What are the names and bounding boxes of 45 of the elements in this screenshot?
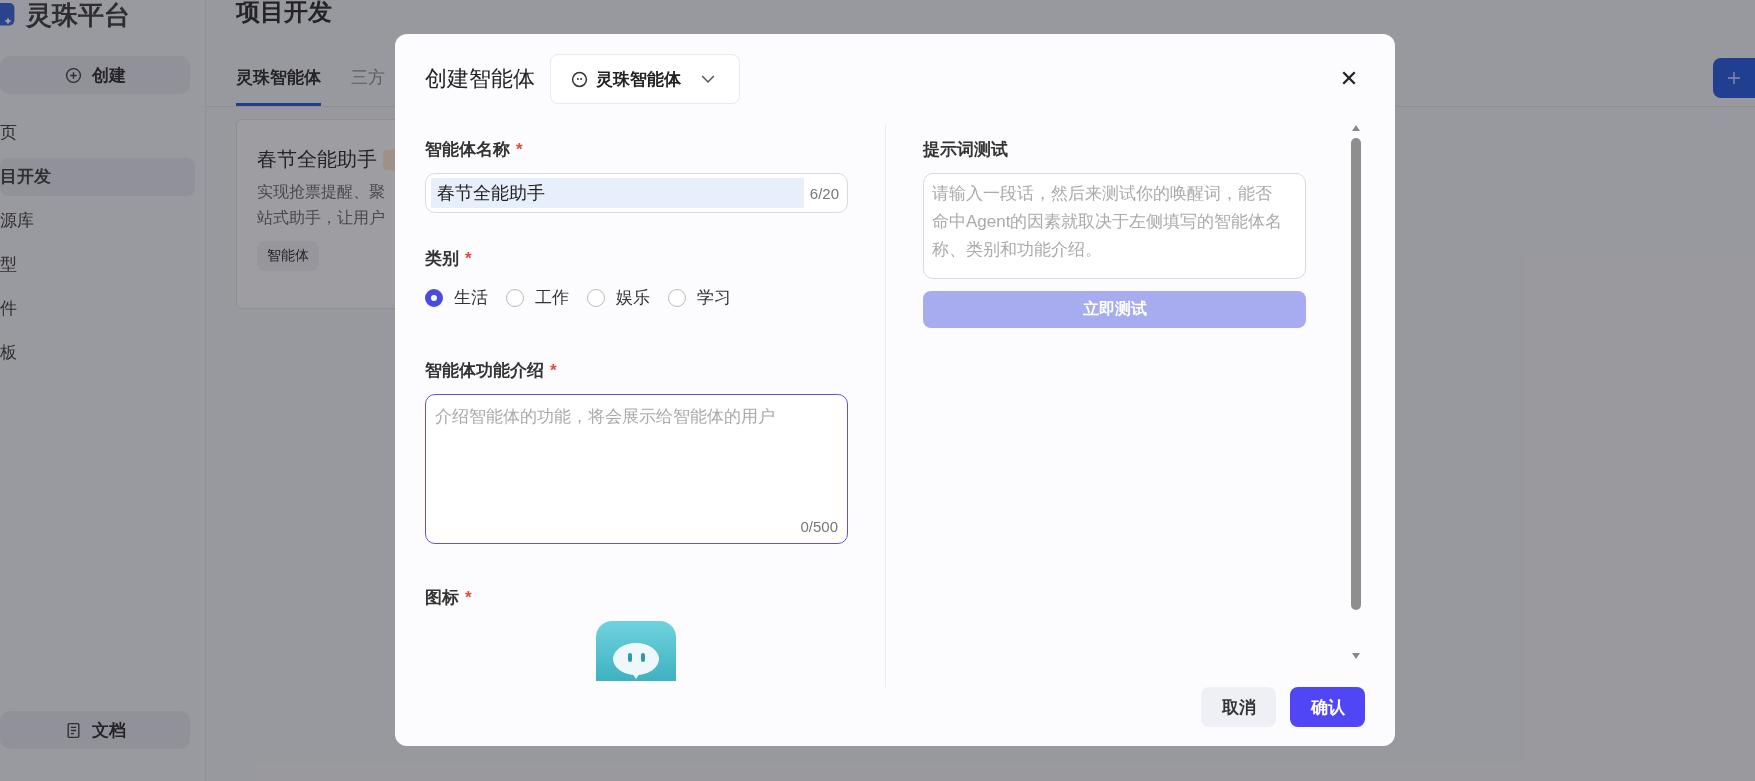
radio-option[interactable]: 娱乐: [587, 286, 650, 309]
required-mark: *: [465, 249, 472, 268]
nav-item[interactable]: 源库: [0, 202, 195, 240]
add-button[interactable]: [1713, 58, 1755, 98]
close-icon: [1341, 69, 1357, 86]
page-title: 项目开发: [236, 0, 333, 24]
tab[interactable]: 灵珠智能体: [236, 58, 321, 106]
docs-button[interactable]: 文档: [0, 711, 190, 749]
logo-text: 灵珠平台: [26, 0, 130, 32]
scroll-down-icon[interactable]: [1351, 652, 1361, 660]
required-mark: *: [516, 140, 523, 159]
radio-option[interactable]: 生活: [425, 286, 488, 309]
create-button[interactable]: 创建: [0, 56, 190, 94]
cancel-button[interactable]: 取消: [1201, 687, 1276, 727]
field-label: 类别: [425, 249, 459, 268]
field-label: 智能体名称: [425, 140, 510, 159]
plus-circle-icon: [64, 66, 82, 84]
nav-item[interactable]: 板: [0, 334, 195, 372]
card-tag: 智能体: [257, 241, 319, 271]
caret-icon: [701, 74, 715, 84]
document-icon: [64, 721, 82, 739]
required-mark: *: [550, 361, 557, 380]
radio-option[interactable]: 学习: [668, 286, 731, 309]
type-dropdown[interactable]: 灵珠智能体: [550, 54, 740, 104]
nav-item[interactable]: 件: [0, 290, 195, 328]
nav-item[interactable]: 型: [0, 246, 195, 284]
card-title: 春节全能助手: [257, 147, 377, 172]
scroll-up-icon[interactable]: [1351, 124, 1361, 132]
nav-item[interactable]: 目开发: [0, 158, 195, 196]
field-label: 图标: [425, 588, 459, 607]
description-line: 实现抢票提醒、聚: [257, 182, 385, 202]
dialog-title: 创建智能体: [425, 65, 535, 93]
confirm-button[interactable]: 确认: [1290, 687, 1365, 727]
face-icon: [571, 70, 588, 88]
nav-item[interactable]: 页: [0, 114, 195, 152]
plus-icon: [1726, 70, 1742, 86]
chat-bubble-icon[interactable]: [596, 621, 676, 681]
radio-option[interactable]: 工作: [506, 286, 569, 309]
section-title: 提示词测试: [923, 139, 1009, 161]
scrollbar-thumb[interactable]: [1351, 138, 1361, 610]
required-mark: *: [465, 588, 472, 607]
description-line: 站式助手，让用户: [257, 208, 385, 228]
description-field[interactable]: 介绍智能体的功能，将会展示给智能体的用户 0/500: [425, 394, 848, 544]
field-label: 智能体功能介绍: [425, 361, 544, 380]
name-field[interactable]: 春节全能助手 6/20: [425, 173, 848, 213]
